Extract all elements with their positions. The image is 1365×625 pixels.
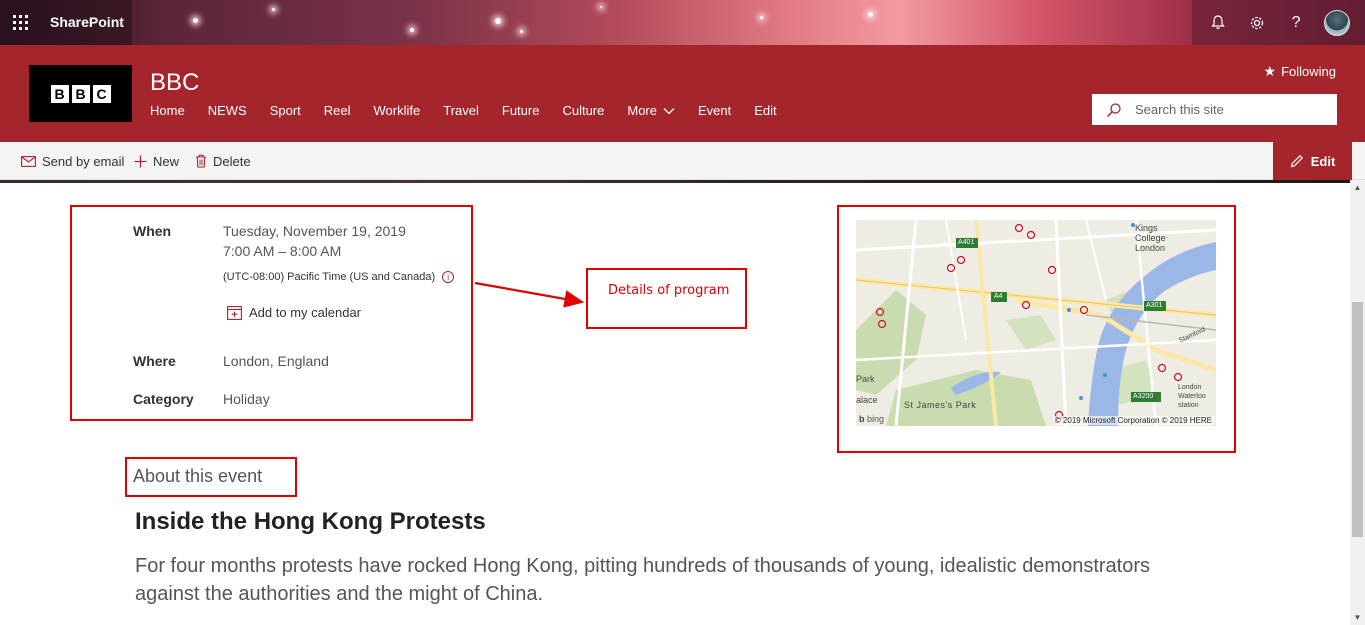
where-label: Where [133, 353, 176, 369]
map-label-palace: alace [856, 395, 878, 405]
bell-icon [1210, 15, 1225, 30]
event-description: For four months protests have rocked Hon… [135, 555, 1151, 605]
gear-icon [1250, 16, 1264, 29]
site-navigation: Home NEWS Sport Reel Worklife Travel Fut… [150, 103, 800, 118]
search-input[interactable] [1135, 102, 1315, 117]
location-map[interactable]: Kings College London Park alace St James… [856, 220, 1216, 426]
send-by-email-label: Send by email [42, 153, 125, 169]
site-title[interactable]: BBC [150, 69, 199, 97]
nav-item-more[interactable]: More [627, 103, 675, 118]
command-bar: Send by email New Delete Edit [0, 142, 1365, 180]
mail-icon [21, 155, 36, 167]
nav-item-news[interactable]: NEWS [208, 103, 247, 118]
nav-item-travel[interactable]: Travel [443, 103, 479, 118]
map-label-st-james-park: St James's Park [904, 400, 977, 410]
timezone-text: (UTC-08:00) Pacific Time (US and Canada) [223, 271, 436, 283]
event-location: London, England [223, 353, 329, 369]
search-icon [1107, 102, 1121, 117]
when-label: When [133, 223, 172, 239]
follow-button[interactable]: ★ Following [1264, 63, 1336, 80]
map-label-a301: A301 [1146, 302, 1163, 309]
map-label-park: Park [856, 374, 875, 384]
sharepoint-brand-link[interactable]: SharePoint [40, 0, 132, 45]
nav-item-home[interactable]: Home [150, 103, 185, 118]
scrollbar-thumb[interactable] [1352, 302, 1363, 537]
help-button[interactable]: ? [1285, 12, 1307, 34]
annotation-arrow [474, 281, 585, 308]
nav-item-culture[interactable]: Culture [562, 103, 604, 118]
nav-item-edit[interactable]: Edit [754, 103, 776, 118]
event-title: Inside the Hong Kong Protests [135, 508, 486, 535]
waffle-icon [12, 15, 28, 30]
scroll-down-arrow-icon[interactable]: ▼ [1350, 610, 1365, 625]
map-label-a3200: A3200 [1133, 393, 1154, 400]
suite-bar-actions: ? [1192, 0, 1365, 45]
new-button[interactable]: New [134, 142, 179, 180]
info-icon[interactable]: i [442, 271, 455, 283]
site-search[interactable] [1092, 94, 1337, 125]
map-label-waterloo: London Waterloo station [1178, 384, 1206, 409]
add-to-calendar-link[interactable]: Add to my calendar [227, 305, 361, 320]
bing-logo: b bing [859, 414, 885, 424]
notifications-button[interactable] [1207, 12, 1229, 34]
calendar-add-icon [227, 306, 242, 320]
nav-item-more-label: More [627, 103, 657, 118]
star-icon: ★ [1263, 63, 1277, 79]
settings-button[interactable] [1246, 12, 1268, 34]
logo-letter: B [50, 84, 69, 103]
logo-letter: C [92, 84, 111, 103]
about-heading: About this event [133, 466, 263, 486]
event-timezone: (UTC-08:00) Pacific Time (US and Canada)… [223, 271, 455, 283]
page-scrollbar[interactable]: ▲ ▼ [1350, 180, 1365, 625]
event-time: 7:00 AM – 8:00 AM [223, 243, 342, 259]
suite-bar-background [0, 0, 1365, 45]
trash-icon [196, 154, 206, 168]
annotation-box [586, 268, 747, 329]
plus-icon [134, 155, 147, 167]
map-label-kings-college: Kings College London [1135, 223, 1166, 253]
bing-label: bing [867, 414, 885, 424]
map-label-a401: A401 [958, 239, 975, 246]
logo-letter: B [71, 84, 90, 103]
nav-item-reel[interactable]: Reel [324, 103, 351, 118]
nav-item-worklife[interactable]: Worklife [374, 103, 421, 118]
chevron-down-icon [663, 107, 675, 114]
scroll-up-arrow-icon[interactable]: ▲ [1350, 180, 1365, 195]
edit-label: Edit [1310, 153, 1336, 169]
hero-image-edge [0, 180, 1350, 183]
send-by-email-button[interactable]: Send by email [21, 142, 124, 180]
question-icon: ? [1291, 13, 1301, 31]
event-category: Holiday [223, 391, 270, 407]
annotation-text: Details of program [608, 283, 730, 298]
edit-page-button[interactable]: Edit [1273, 142, 1352, 180]
follow-label: Following [1281, 64, 1336, 79]
site-logo[interactable]: B B C [29, 65, 132, 122]
map-credit: © 2019 Microsoft Corporation © 2019 HERE [1052, 416, 1214, 425]
avatar[interactable] [1324, 9, 1351, 36]
nav-item-sport[interactable]: Sport [270, 103, 301, 118]
category-label: Category [133, 391, 194, 407]
nav-item-event[interactable]: Event [698, 103, 731, 118]
delete-button[interactable]: Delete [195, 142, 251, 180]
new-label: New [153, 153, 180, 169]
delete-label: Delete [213, 153, 251, 169]
suite-bar: SharePoint ? [0, 0, 1365, 45]
nav-item-future[interactable]: Future [502, 103, 540, 118]
map-label-a4: A4 [994, 293, 1003, 300]
event-date: Tuesday, November 19, 2019 [223, 223, 406, 239]
app-launcher-button[interactable] [0, 0, 40, 45]
pencil-icon [1290, 154, 1303, 168]
site-header: B B C BBC Home NEWS Sport Reel Worklife … [0, 45, 1365, 142]
add-to-calendar-label: Add to my calendar [249, 305, 362, 320]
